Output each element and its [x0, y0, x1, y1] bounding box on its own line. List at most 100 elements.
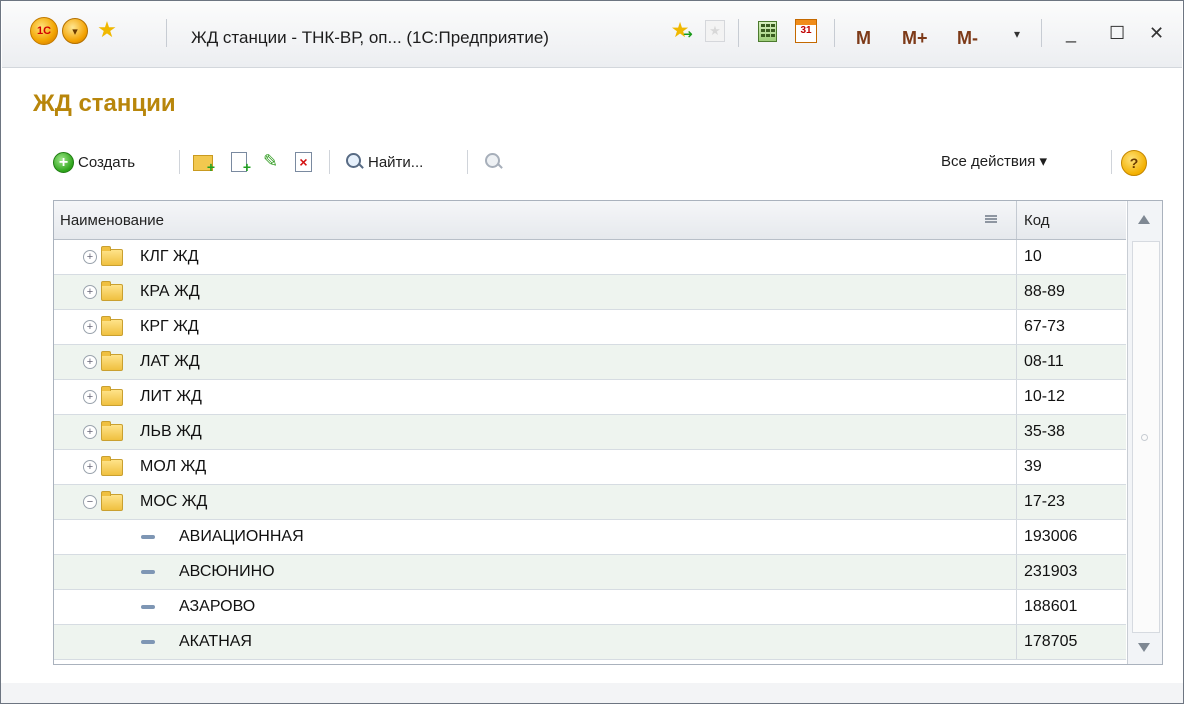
title-separator [834, 19, 835, 47]
create-group-icon[interactable]: + [193, 151, 215, 174]
table-row[interactable]: + ЛИТ ЖД 10-12 [54, 380, 1126, 415]
title-separator [166, 19, 167, 47]
table-body: + КЛГ ЖД 10 + КРА ЖД 88-89 + КРГ ЖД 67-7… [54, 240, 1126, 660]
memory-minus-button[interactable]: M- [957, 28, 978, 49]
window-bottom-strip [1, 683, 1183, 703]
folder-icon [101, 491, 123, 511]
toolbar-separator [1111, 150, 1112, 174]
folder-icon [101, 421, 123, 441]
scroll-up-arrow-icon[interactable] [1138, 215, 1150, 224]
column-header-code[interactable]: Код [1024, 212, 1050, 229]
edit-pencil-icon[interactable]: ✎ [263, 151, 285, 173]
table-row[interactable]: + КРГ ЖД 67-73 [54, 310, 1126, 345]
memory-m-button[interactable]: M [856, 28, 871, 49]
expand-icon[interactable]: + [83, 250, 97, 264]
row-code: 88-89 [1024, 283, 1065, 300]
row-code: 67-73 [1024, 318, 1065, 335]
sort-icon[interactable] [985, 215, 997, 224]
window-menu-chevron-icon[interactable]: ▾ [1014, 27, 1020, 41]
catalog-item-icon [141, 535, 155, 539]
row-code: 10-12 [1024, 388, 1065, 405]
folder-icon [101, 316, 123, 336]
copy-icon[interactable]: + [229, 151, 251, 174]
toolbar-separator [179, 150, 180, 174]
row-name: КРА ЖД [140, 283, 200, 300]
row-name: МОС ЖД [140, 493, 208, 510]
create-button[interactable]: + Создать [53, 144, 135, 180]
favorites-star-icon[interactable]: ★ [94, 16, 120, 44]
expand-icon[interactable]: + [83, 460, 97, 474]
calculator-icon[interactable] [754, 17, 780, 45]
row-name: АВИАЦИОННАЯ [179, 528, 304, 545]
delete-mark-icon[interactable]: × [293, 151, 315, 173]
title-separator [1041, 19, 1042, 47]
folder-icon [101, 351, 123, 371]
row-name: ЛЬВ ЖД [140, 423, 202, 440]
expand-icon[interactable]: + [83, 320, 97, 334]
folder-icon [101, 456, 123, 476]
maximize-icon[interactable]: ☐ [1109, 23, 1125, 44]
toolbar-separator [467, 150, 468, 174]
table-row[interactable]: + МОЛ ЖД 39 [54, 450, 1126, 485]
table-row[interactable]: + ЛАТ ЖД 08-11 [54, 345, 1126, 380]
row-name: КРГ ЖД [140, 318, 199, 335]
catalog-item-icon [141, 570, 155, 574]
row-code: 17-23 [1024, 493, 1065, 510]
page-title: ЖД станции [33, 90, 176, 117]
row-name: ЛИТ ЖД [140, 388, 202, 405]
search-icon [346, 153, 364, 171]
scroll-grip-icon [1141, 434, 1148, 441]
plus-icon: + [53, 151, 74, 173]
row-code: 231903 [1024, 563, 1078, 580]
row-code: 35-38 [1024, 423, 1065, 440]
row-code: 10 [1024, 248, 1042, 265]
table-row[interactable]: АЗАРОВО 188601 [54, 590, 1126, 625]
table-row[interactable]: АВСЮНИНО 231903 [54, 555, 1126, 590]
expand-icon[interactable]: + [83, 285, 97, 299]
row-name: АЗАРОВО [179, 598, 256, 615]
1c-logo-icon[interactable]: 1С [30, 17, 58, 45]
row-code: 178705 [1024, 633, 1078, 650]
favorites-list-icon[interactable]: ★ [703, 17, 727, 45]
add-to-favorites-icon[interactable]: ★ ➜ [665, 16, 695, 44]
row-code: 188601 [1024, 598, 1078, 615]
scroll-down-arrow-icon[interactable] [1138, 643, 1150, 652]
find-button[interactable]: Найти... [346, 144, 423, 180]
table-row[interactable]: + КЛГ ЖД 10 [54, 240, 1126, 275]
calendar-icon[interactable]: 31 [793, 17, 819, 45]
table-row[interactable]: − МОС ЖД 17-23 [54, 485, 1126, 520]
application-window: 1С ▾ ★ ЖД станции - ТНК-ВР, оп... (1С:Пр… [0, 0, 1184, 704]
window-title: ЖД станции - ТНК-ВР, оп... (1С:Предприят… [191, 28, 549, 47]
close-icon[interactable]: ✕ [1149, 23, 1164, 44]
title-bar: 1С ▾ ★ ЖД станции - ТНК-ВР, оп... (1С:Пр… [2, 1, 1182, 68]
table-row[interactable]: АКАТНАЯ 178705 [54, 625, 1126, 660]
cancel-search-icon[interactable] [483, 151, 505, 173]
table-row[interactable]: + ЛЬВ ЖД 35-38 [54, 415, 1126, 450]
row-name: МОЛ ЖД [140, 458, 207, 475]
column-divider [1016, 201, 1017, 239]
table-header: Наименование Код [54, 201, 1126, 240]
main-menu-dropdown-icon[interactable]: ▾ [62, 18, 88, 44]
help-icon[interactable]: ? [1121, 150, 1147, 176]
find-button-label: Найти... [368, 153, 424, 171]
title-separator [738, 19, 739, 47]
row-name: АКАТНАЯ [179, 633, 252, 650]
table-row[interactable]: + КРА ЖД 88-89 [54, 275, 1126, 310]
folder-icon [101, 281, 123, 301]
column-header-name[interactable]: Наименование [60, 212, 164, 229]
row-code: 39 [1024, 458, 1042, 475]
catalog-item-icon [141, 640, 155, 644]
expand-icon[interactable]: + [83, 355, 97, 369]
all-actions-button[interactable]: Все действия ▾ [941, 152, 1047, 170]
expand-icon[interactable]: + [83, 390, 97, 404]
minimize-icon[interactable]: _ [1066, 23, 1076, 44]
toolbar-separator [329, 150, 330, 174]
expand-icon[interactable]: + [83, 425, 97, 439]
collapse-icon[interactable]: − [83, 495, 97, 509]
vertical-scrollbar[interactable] [1127, 201, 1162, 664]
toolbar: + Создать + + ✎ × Найти... Все действия … [53, 144, 1173, 180]
stations-table[interactable]: Наименование Код + КЛГ ЖД 10 + КРА ЖД 88… [53, 200, 1163, 665]
table-row[interactable]: АВИАЦИОННАЯ 193006 [54, 520, 1126, 555]
memory-plus-button[interactable]: M+ [902, 28, 928, 49]
catalog-item-icon [141, 605, 155, 609]
